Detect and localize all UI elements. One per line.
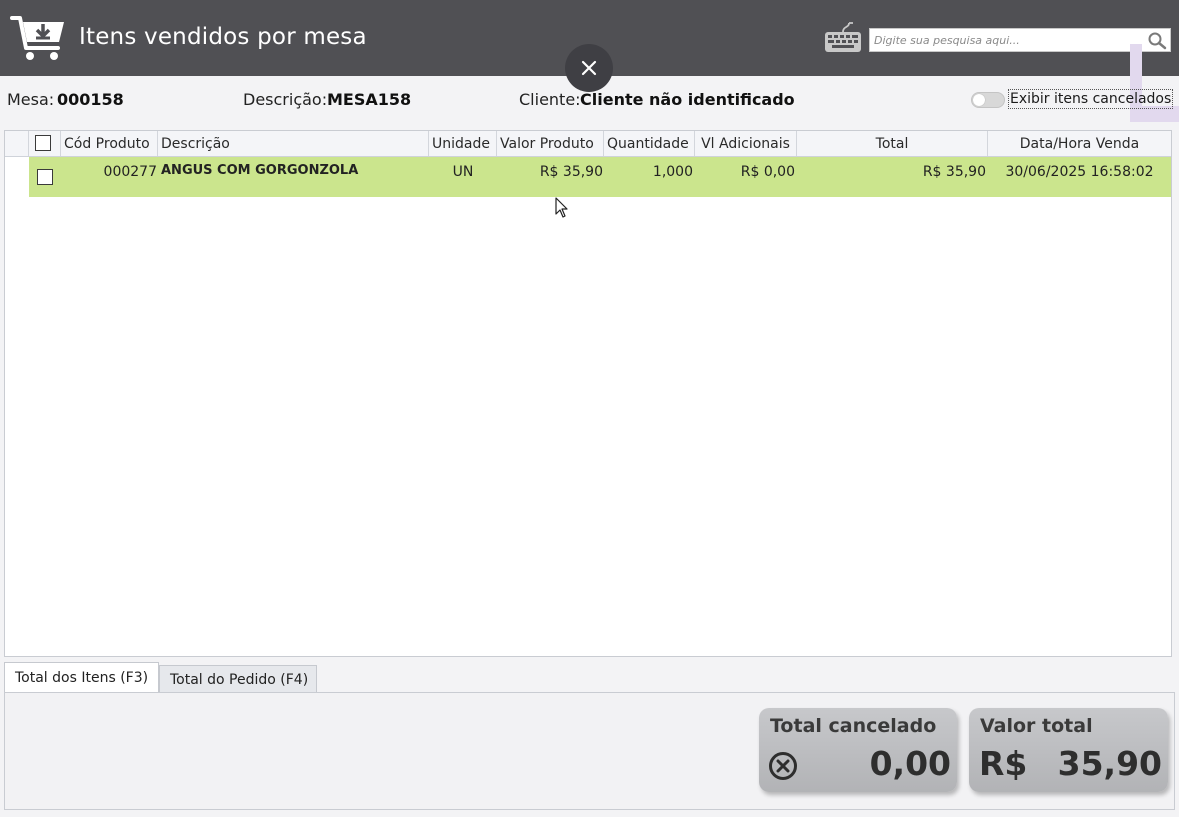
valor-total-value: 35,90 [1057,744,1162,783]
cell-unidade: UN [452,164,474,180]
cell-descricao: ANGUS COM GORGONZOLA [161,163,359,178]
tab-total-itens[interactable]: Total dos Itens (F3) [4,662,159,693]
cell-valor-produto: R$ 35,90 [539,164,603,180]
search-box[interactable] [869,28,1171,52]
tab-total-pedido[interactable]: Total do Pedido (F4) [159,665,317,693]
col-unidade[interactable]: Unidade [429,131,497,156]
col-descricao[interactable]: Descrição [158,131,429,156]
descricao-label: Descrição: [243,90,328,109]
col-data-hora[interactable]: Data/Hora Venda [988,131,1171,156]
header-select-cell [29,131,61,156]
valor-total-card: Valor total R$ 35,90 [969,708,1168,792]
col-cod-produto[interactable]: Cód Produto [61,131,158,156]
mesa-value: 000158 [57,90,124,109]
cliente-value: Cliente não identificado [580,90,795,109]
decorative-accent [1130,44,1179,122]
col-vl-adicionais[interactable]: Vl Adicionais [695,131,797,156]
toggle-knob [973,94,985,106]
total-cancelado-label: Total cancelado [770,715,937,737]
row-checkbox[interactable] [37,169,53,185]
total-cancelado-card: Total cancelado 0,00 [759,708,957,792]
close-button[interactable] [565,44,613,92]
mesa-label: Mesa: [7,90,55,109]
valor-total-label: Valor total [980,715,1093,737]
search-input[interactable] [870,29,1142,51]
col-total[interactable]: Total [797,131,988,156]
table-header: Cód Produto Descrição Unidade Valor Prod… [5,131,1171,157]
select-all-checkbox[interactable] [35,135,51,151]
cell-codigo: 000277 [103,164,157,180]
window-title: Itens vendidos por mesa [79,24,367,50]
header-indicator [5,131,29,156]
table-row[interactable]: 000277 ANGUS COM GORGONZOLA UN R$ 35,90 … [5,157,1171,197]
cell-data-hora: 30/06/2025 16:58:02 [1005,164,1154,180]
mouse-cursor-icon [555,197,568,218]
show-cancelled-toggle[interactable] [971,92,1005,108]
show-cancelled-label[interactable]: Exibir itens cancelados [1008,89,1174,109]
descricao-value: MESA158 [327,90,412,109]
keyboard-icon[interactable] [823,20,863,54]
cancel-circle-icon [769,752,797,780]
items-table: Cód Produto Descrição Unidade Valor Prod… [4,130,1172,657]
col-valor-produto[interactable]: Valor Produto [497,131,604,156]
col-quantidade[interactable]: Quantidade [604,131,695,156]
total-cancelado-value: 0,00 [869,744,951,783]
cell-total: R$ 35,90 [922,164,986,180]
cliente-label: Cliente: [519,90,581,109]
close-icon [581,60,597,76]
cell-vl-adicionais: R$ 0,00 [740,164,795,180]
shopping-cart-download-icon [10,16,64,60]
valor-total-currency: R$ [979,744,1028,783]
cell-quantidade: 1,000 [652,164,693,180]
